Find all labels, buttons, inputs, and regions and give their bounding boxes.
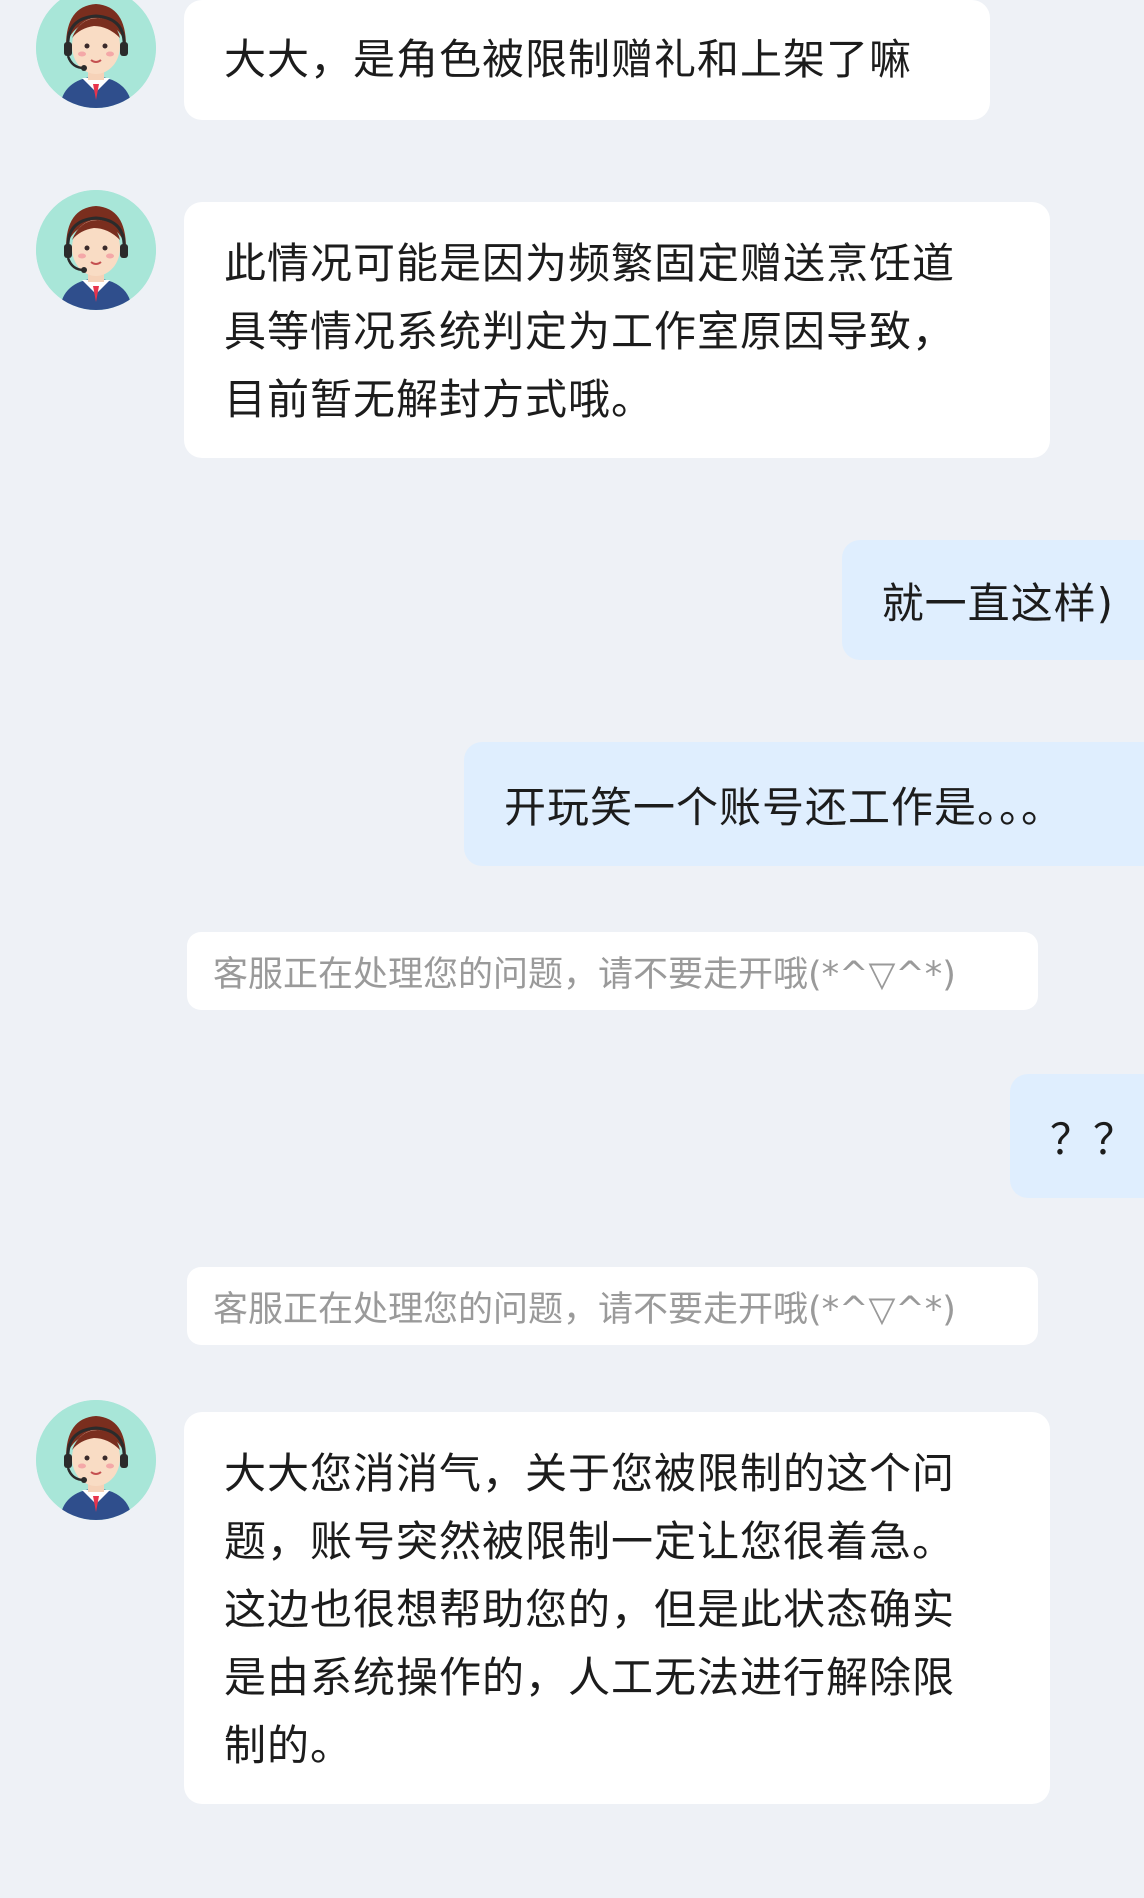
user-message-bubble[interactable]: 开玩笑一个账号还工作是。。。 bbox=[464, 742, 1144, 866]
agent-message-bubble[interactable]: 大大您消消气，关于您被限制的这个问 题，账号突然被限制一定让您很着急。 这边也很… bbox=[184, 1412, 1050, 1804]
agent-avatar-icon[interactable] bbox=[36, 0, 156, 108]
agent-message-bubble[interactable]: 大大，是角色被限制赠礼和上架了嘛 bbox=[184, 0, 990, 120]
agent-message-bubble[interactable]: 此情况可能是因为频繁固定赠送烹饪道 具等情况系统判定为工作室原因导致， 目前暂无… bbox=[184, 202, 1050, 458]
chat-message-list[interactable]: 大大，是角色被限制赠礼和上架了嘛 此情况可能是因为频繁固定赠送烹饪道 具等情况系… bbox=[0, 0, 1144, 1898]
user-message-bubble[interactable]: 就一直这样) bbox=[841, 540, 1144, 660]
agent-avatar-icon[interactable] bbox=[36, 1400, 156, 1520]
agent-avatar-icon[interactable] bbox=[36, 190, 156, 310]
system-status-notice: 客服正在处理您的问题，请不要走开哦(*^▽^*) bbox=[187, 1267, 1038, 1345]
user-message-bubble[interactable]: ？？ bbox=[1010, 1074, 1144, 1198]
system-status-notice: 客服正在处理您的问题，请不要走开哦(*^▽^*) bbox=[187, 932, 1038, 1010]
